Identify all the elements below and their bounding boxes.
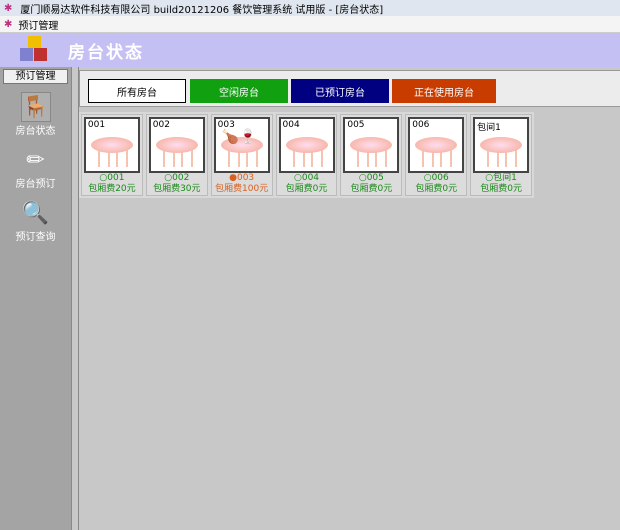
room-card[interactable]: 005 ○005 包厢费0元 (340, 114, 403, 196)
room-status-line: ○004 (294, 173, 319, 184)
sidebar: 预订管理 🪑 房台状态 ✏ 房台预订 🔍 预订查询 (0, 67, 72, 530)
filter-free-button[interactable]: 空闲房台 (190, 79, 288, 103)
app-icon: ✱ (4, 2, 13, 14)
room-status-line: ○包间1 (485, 173, 517, 184)
room-fee: 包厢费0元 (350, 184, 393, 194)
filter-in-use-button[interactable]: 正在使用房台 (392, 79, 496, 103)
room-card[interactable]: 004 ○004 包厢费0元 (275, 114, 338, 196)
room-code-label: 001 (107, 173, 125, 183)
table-icon (155, 137, 198, 153)
room-code: 包间1 (477, 123, 501, 133)
room-code: 006 (412, 120, 430, 130)
page-header: 房台状态 (0, 33, 620, 67)
room-code-label: 005 (366, 173, 384, 183)
room-status-line: ○006 (424, 173, 449, 184)
cubes-logo-icon (20, 36, 50, 64)
table-icon (90, 137, 133, 153)
room-grid: 001 ○001 包厢费20元 002 ○002 包厢费30元 003 🍗🍷 ●… (79, 112, 534, 198)
status-icon: ○ (358, 173, 367, 183)
room-status-line: ●003 (229, 173, 254, 184)
search-document-icon: 🔍 (21, 200, 50, 226)
filter-all-button[interactable]: 所有房台 (88, 79, 186, 103)
room-fee: 包厢费20元 (88, 184, 136, 194)
sidebar-item-room-status[interactable]: 🪑 房台状态 (0, 92, 71, 137)
menu-bar: ✱ 预订管理 (0, 16, 620, 33)
room-image: 006 (408, 117, 465, 173)
table-icon: 🪑 (20, 92, 51, 122)
room-fee: 包厢费0元 (415, 184, 458, 194)
sidebar-item-label: 房台预订 (15, 179, 56, 190)
sidebar-caption: 预订管理 (3, 69, 68, 84)
room-card[interactable]: 006 ○006 包厢费0元 (405, 114, 468, 196)
room-code-label: 003 (236, 173, 255, 183)
room-code-label: 006 (431, 173, 449, 183)
room-fee: 包厢费0元 (285, 184, 328, 194)
room-code-label: 002 (172, 173, 190, 183)
status-icon: ○ (423, 173, 432, 183)
status-icon: ○ (164, 173, 173, 183)
filter-reserved-button[interactable]: 已预订房台 (291, 79, 389, 103)
room-code: 002 (152, 120, 170, 130)
room-card[interactable]: 002 ○002 包厢费30元 (145, 114, 208, 196)
menu-icon: ✱ (4, 18, 13, 30)
window-title: 厦门顺易达软件科技有限公司 build20121206 餐饮管理系统 试用版 -… (20, 4, 384, 16)
room-code: 001 (87, 120, 106, 130)
sidebar-item-label: 房台状态 (15, 126, 56, 137)
room-image: 包间1 (473, 117, 530, 173)
room-code-label: 包间1 (493, 173, 517, 183)
room-status-line: ○005 (359, 173, 384, 184)
table-icon (285, 137, 328, 153)
room-fee: 包厢费0元 (480, 184, 522, 194)
food-wine-icon: 🍗🍷 (221, 129, 257, 145)
status-icon: ● (229, 173, 237, 183)
menu-item-booking[interactable]: 预订管理 (18, 17, 58, 32)
sidebar-item-booking-query[interactable]: 🔍 预订查询 (0, 198, 71, 244)
sidebar-item-label: 预订查询 (15, 232, 56, 243)
room-image: 003 🍗🍷 (213, 117, 270, 173)
room-image: 005 (343, 117, 400, 173)
room-card[interactable]: 001 ○001 包厢费20元 (81, 114, 143, 196)
table-icon (415, 137, 458, 153)
sidebar-item-room-booking[interactable]: ✏ 房台预订 (0, 145, 71, 191)
room-image: 002 (148, 117, 205, 173)
room-card[interactable]: 包间1 ○包间1 包厢费0元 (470, 114, 533, 196)
room-fee: 包厢费100元 (215, 184, 269, 194)
room-card[interactable]: 003 🍗🍷 ●003 包厢费100元 (210, 114, 273, 196)
status-icon: ○ (293, 173, 302, 183)
room-image: 001 (83, 117, 140, 173)
room-status-line: ○002 (164, 173, 189, 184)
room-status-line: ○001 (99, 173, 124, 184)
filter-bar: 所有房台 空闲房台 已预订房台 正在使用房台 (79, 70, 620, 107)
page-title: 房台状态 (68, 42, 144, 63)
room-code-label: 004 (301, 173, 320, 183)
room-fee: 包厢费30元 (153, 184, 201, 194)
pencil-icon: ✏ (26, 147, 45, 173)
room-code: 004 (282, 120, 300, 130)
status-icon: ○ (485, 173, 494, 183)
table-icon (480, 137, 523, 153)
room-image: 004 (278, 117, 335, 173)
main-area: 所有房台 空闲房台 已预订房台 正在使用房台 001 ○001 包厢费20元 0… (78, 67, 620, 530)
title-bar: ✱ 厦门顺易达软件科技有限公司 build20121206 餐饮管理系统 试用版… (0, 0, 620, 16)
room-code: 005 (347, 120, 365, 130)
